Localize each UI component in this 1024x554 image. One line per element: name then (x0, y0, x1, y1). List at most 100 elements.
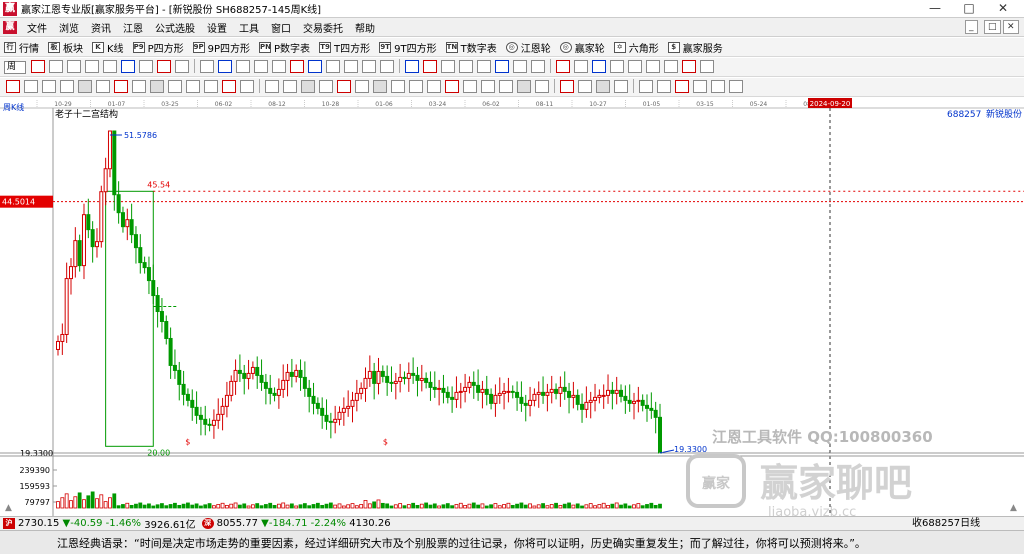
tb3-icons-tool-icon[interactable] (391, 79, 405, 93)
tb3-icons-tool-icon[interactable] (168, 79, 182, 93)
toolbar-button-5[interactable]: PN P数字表 (255, 40, 315, 55)
kline-chart[interactable]: 10-29 01-07 03-25 06-02 08-12 10-28 01-06 03-24… (0, 98, 1024, 516)
tb3-icons-tool-icon[interactable] (6, 79, 20, 93)
tb3-icons-tool-icon[interactable] (96, 79, 110, 93)
tb2-icons-tool-icon[interactable] (31, 59, 45, 73)
toolbar-button-1[interactable]: 板板块 (44, 40, 88, 55)
tb2-icons-tool-icon[interactable] (344, 59, 358, 73)
tb3-icons-tool-icon[interactable] (693, 79, 707, 93)
tb3-icons-tool-icon[interactable] (657, 79, 671, 93)
tb3-icons-tool-icon[interactable] (355, 79, 369, 93)
tb2-icons-tool-icon[interactable] (290, 59, 304, 73)
tb2-icons-tool-icon[interactable] (254, 59, 268, 73)
tb3-icons-tool-icon[interactable] (596, 79, 610, 93)
toolbar-button-4[interactable]: 9P 9P四方形 (189, 40, 255, 55)
tb3-icons-tool-icon[interactable] (150, 79, 164, 93)
doc-close-button[interactable]: ✕ (1003, 20, 1019, 34)
menu-item-7[interactable]: 窗口 (265, 20, 297, 35)
sh-index-segment[interactable]: 沪 2730.15 ▼-40.59 -1.46% 3926.61亿 (0, 517, 199, 530)
toolbar-button-11[interactable]: ✡ 六角形 (610, 40, 664, 55)
menu-item-6[interactable]: 工具 (233, 20, 265, 35)
tb2-icons-tool-icon[interactable] (85, 59, 99, 73)
tb2-icons-tool-icon[interactable] (139, 59, 153, 73)
tb3-icons-tool-icon[interactable] (373, 79, 387, 93)
tb2-icons-tool-icon[interactable] (664, 59, 678, 73)
tb2-icons-tool-icon[interactable] (67, 59, 81, 73)
tb2-icons-tool-icon[interactable] (628, 59, 642, 73)
tb2-icons-tool-icon[interactable] (531, 59, 545, 73)
tb3-icons-tool-icon[interactable] (60, 79, 74, 93)
tb3-icons-tool-icon[interactable] (204, 79, 218, 93)
toolbar-button-9[interactable]: ◎ 江恩轮 (502, 40, 556, 55)
sz-index-segment[interactable]: 深 8055.77 ▼-184.71 -2.24% 4130.26 (199, 518, 394, 529)
tb2-icons-tool-icon[interactable] (477, 59, 491, 73)
tb3-icons-tool-icon[interactable] (463, 79, 477, 93)
menu-item-3[interactable]: 江恩 (117, 20, 149, 35)
tb2-icons-tool-icon[interactable] (459, 59, 473, 73)
doc-restore-button[interactable]: □ (984, 20, 1001, 34)
tb3-icons-tool-icon[interactable] (517, 79, 531, 93)
tb2-icons-tool-icon[interactable] (646, 59, 660, 73)
maximize-button[interactable]: □ (952, 0, 986, 17)
tb2-icons-tool-icon[interactable] (362, 59, 376, 73)
doc-minimize-button[interactable]: _ (965, 20, 978, 34)
tb2-icons-tool-icon[interactable] (423, 59, 437, 73)
tb2-icons-tool-icon[interactable] (200, 59, 214, 73)
tb2-icons-tool-icon[interactable] (441, 59, 455, 73)
tb3-icons-tool-icon[interactable] (222, 79, 236, 93)
tb2-icons-tool-icon[interactable] (308, 59, 322, 73)
tb3-icons-tool-icon[interactable] (337, 79, 351, 93)
toolbar-button-6[interactable]: T9 T四方形 (315, 40, 375, 55)
toolbar-button-12[interactable]: $ 赢家服务 (664, 40, 728, 55)
tb3-icons-tool-icon[interactable] (711, 79, 725, 93)
tb2-icons-tool-icon[interactable] (121, 59, 135, 73)
tb3-icons-tool-icon[interactable] (283, 79, 297, 93)
tb3-icons-tool-icon[interactable] (614, 79, 628, 93)
menu-item-9[interactable]: 帮助 (349, 20, 381, 35)
toolbar-button-10[interactable]: ◎ 赢家轮 (556, 40, 610, 55)
tb3-icons-tool-icon[interactable] (265, 79, 279, 93)
tb3-icons-tool-icon[interactable] (186, 79, 200, 93)
tb2-icons-tool-icon[interactable] (495, 59, 509, 73)
tb2-icons-tool-icon[interactable] (682, 59, 696, 73)
menu-item-5[interactable]: 设置 (201, 20, 233, 35)
chart-area[interactable]: 10-29 01-07 03-25 06-02 08-12 10-28 01-06 03-24… (0, 98, 1024, 516)
tb3-icons-tool-icon[interactable] (499, 79, 513, 93)
tb2-icons-tool-icon[interactable] (380, 59, 394, 73)
tb3-icons-tool-icon[interactable] (675, 79, 689, 93)
close-button[interactable]: ✕ (986, 0, 1020, 17)
tb2-icons-tool-icon[interactable] (574, 59, 588, 73)
toolbar-button-7[interactable]: 9T 9T四方形 (375, 40, 441, 55)
tb3-icons-tool-icon[interactable] (78, 79, 92, 93)
toolbar-button-3[interactable]: P9 P四方形 (129, 40, 189, 55)
tb3-icons-tool-icon[interactable] (560, 79, 574, 93)
tb3-icons-tool-icon[interactable] (409, 79, 423, 93)
tb3-icons-tool-icon[interactable] (729, 79, 743, 93)
tb3-icons-tool-icon[interactable] (481, 79, 495, 93)
menu-item-2[interactable]: 资讯 (85, 20, 117, 35)
toolbar-button-2[interactable]: K K线 (88, 40, 129, 55)
tb2-icons-tool-icon[interactable] (272, 59, 286, 73)
tb3-icons-tool-icon[interactable] (427, 79, 441, 93)
menu-item-0[interactable]: 文件 (21, 20, 53, 35)
tb2-icons-tool-icon[interactable] (326, 59, 340, 73)
tb3-icons-tool-icon[interactable] (114, 79, 128, 93)
tb2-icons-tool-icon[interactable] (49, 59, 63, 73)
tb2-icons-tool-icon[interactable] (157, 59, 171, 73)
toolbar-button-8[interactable]: TN T数字表 (442, 40, 502, 55)
tb3-icons-tool-icon[interactable] (445, 79, 459, 93)
tb2-icons-tool-icon[interactable] (405, 59, 419, 73)
tb3-icons-tool-icon[interactable] (639, 79, 653, 93)
tb2-icons-tool-icon[interactable] (610, 59, 624, 73)
tb2-icons-tool-icon[interactable] (103, 59, 117, 73)
tb2-icons-tool-icon[interactable] (175, 59, 189, 73)
tb3-icons-tool-icon[interactable] (24, 79, 38, 93)
tb2-icons-tool-icon[interactable] (592, 59, 606, 73)
menu-item-4[interactable]: 公式选股 (149, 20, 201, 35)
tb3-icons-tool-icon[interactable] (301, 79, 315, 93)
tb2-icons-tool-icon[interactable] (218, 59, 232, 73)
tb2-icons-tool-icon[interactable] (556, 59, 570, 73)
tb2-icons-tool-icon[interactable] (513, 59, 527, 73)
tb3-icons-tool-icon[interactable] (240, 79, 254, 93)
minimize-button[interactable]: — (918, 0, 952, 17)
